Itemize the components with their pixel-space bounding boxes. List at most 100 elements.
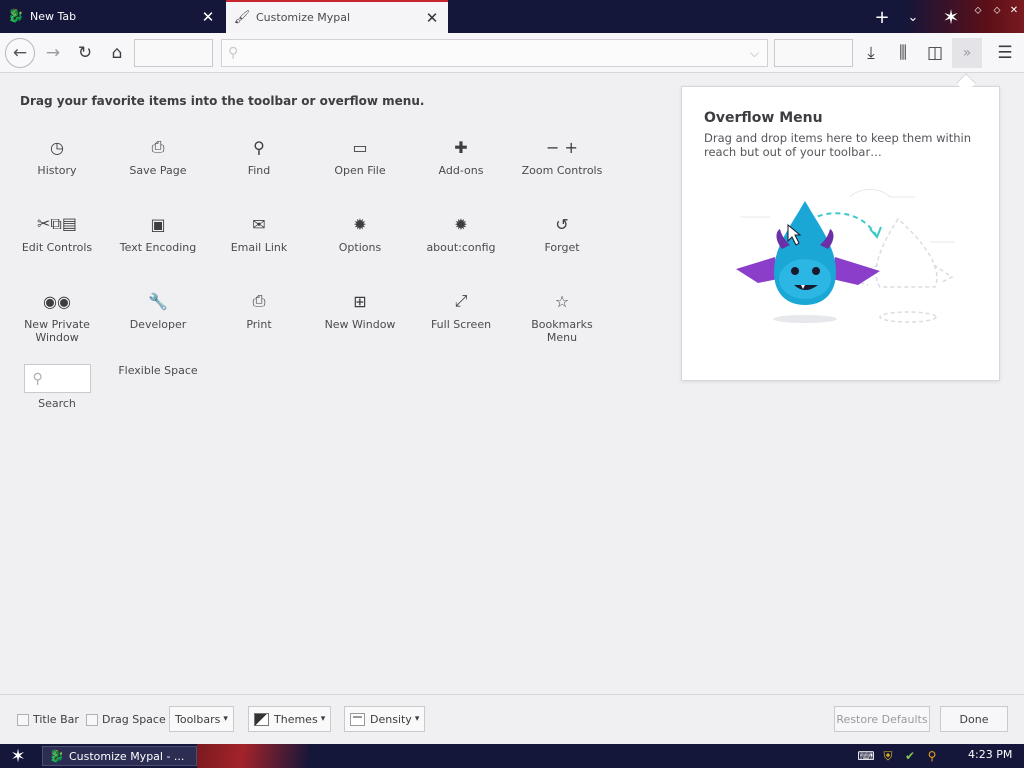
palette-item-history[interactable]: ◷ History <box>7 136 107 178</box>
themes-dropdown[interactable]: Themes ▾ <box>248 706 332 732</box>
toolbars-dropdown[interactable]: Toolbars ▾ <box>169 706 234 732</box>
tab-list-chevron-icon[interactable]: ⌄ <box>902 6 924 28</box>
downloads-button[interactable]: ⤓ <box>856 38 886 68</box>
reload-button[interactable]: ↻ <box>70 38 100 68</box>
palette-item-label: History <box>37 164 77 177</box>
close-tab-icon[interactable]: ✕ <box>424 9 440 27</box>
gear-icon: ✹ <box>353 214 367 234</box>
search-icon[interactable]: ⚲ <box>924 748 940 764</box>
close-window-icon[interactable]: ✕ <box>1007 3 1021 17</box>
palette-item-find[interactable]: ⚲ Find <box>209 136 309 178</box>
scissors-icon: ✂⧉▤ <box>37 214 77 233</box>
mask-icon: ◉◉ <box>43 291 71 311</box>
drag-space-checkbox[interactable]: Drag Space <box>86 713 166 726</box>
title-bar-checkbox[interactable]: Title Bar <box>17 713 79 726</box>
palette-item-print[interactable]: ⎙ Print <box>209 290 309 331</box>
star-logo-icon: ✶ <box>942 5 960 29</box>
checkbox-box[interactable] <box>17 713 29 726</box>
tab-customize[interactable]: 🖌 Customize Mypal ✕ <box>226 0 448 33</box>
palette-item-flexible-space[interactable]: Flexible Space <box>108 364 208 377</box>
taskbar-window-button[interactable]: 🐉 Customize Mypal - ... <box>42 746 197 766</box>
dropdown-label: Toolbars <box>175 712 221 726</box>
palette-item-label: about:config <box>426 241 496 254</box>
url-input[interactable] <box>238 46 750 60</box>
puzzle-icon: ✚ <box>454 137 468 157</box>
back-button[interactable]: ← <box>5 38 35 68</box>
palette-item-label: Full Screen <box>430 318 492 331</box>
paintbrush-icon: 🖌 <box>233 10 251 25</box>
keyboard-icon[interactable]: ⌨ <box>857 748 874 764</box>
palette-item-email-link[interactable]: ✉ Email Link <box>209 213 309 255</box>
density-dropdown[interactable]: Density ▾ <box>344 706 426 732</box>
minimize-window-icon[interactable]: ⬦ <box>971 3 985 17</box>
search-box-placeholder[interactable] <box>774 39 853 67</box>
url-bar[interactable]: ⚲ ⌵ <box>221 39 768 67</box>
envelope-icon: ✉ <box>252 214 266 234</box>
palette-item-new-private-window[interactable]: ◉◉ New Private Window <box>7 290 107 345</box>
tab-label: Customize Mypal <box>256 11 351 24</box>
expand-icon: ⤢ <box>454 291 468 310</box>
text-encoding-icon: ▣ <box>150 214 166 234</box>
navigation-toolbar: ← → ↻ ⌂ ⚲ ⌵ ⤓ ⫼ ◫ » ☰ <box>0 33 1024 73</box>
overflow-description: Drag and drop items here to keep them wi… <box>704 131 972 159</box>
start-button[interactable]: ✶ <box>6 745 30 767</box>
clock-icon: ◷ <box>50 137 64 157</box>
tab-label: New Tab <box>30 10 77 23</box>
palette-item-open-file[interactable]: ▭ Open File <box>310 136 410 178</box>
close-tab-icon[interactable]: ✕ <box>200 8 216 26</box>
flexible-space-placeholder[interactable] <box>134 39 213 67</box>
palette-item-bookmarks-menu[interactable]: ☆ Bookmarks Menu <box>512 290 612 345</box>
palette-item-developer[interactable]: 🔧 Developer <box>108 290 208 332</box>
zoom-icon: − + <box>546 137 578 157</box>
home-button[interactable]: ⌂ <box>102 38 132 68</box>
palette-item-label: Forget <box>544 241 580 254</box>
palette-header: Drag your favorite items into the toolba… <box>20 94 425 108</box>
palette-item-label: Add-ons <box>438 164 484 177</box>
palette-item-label: Text Encoding <box>119 241 197 254</box>
palette-item-label: Edit Controls <box>21 241 93 254</box>
palette-item-new-window[interactable]: ⊞ New Window <box>310 290 410 332</box>
os-taskbar: ✶ 🐉 Customize Mypal - ... ⌨ ⛨ ✔ ⚲ 4:23 P… <box>0 744 1024 768</box>
maximize-window-icon[interactable]: ⬦ <box>990 3 1004 17</box>
palette-item-edit-controls[interactable]: ✂⧉▤ Edit Controls <box>7 213 107 254</box>
overflow-menu-panel[interactable]: Overflow Menu Drag and drop items here t… <box>681 86 1000 381</box>
sidebar-button[interactable]: ◫ <box>920 38 950 68</box>
palette-item-label: Flexible Space <box>118 364 198 377</box>
palette-item-label: Find <box>247 164 271 177</box>
restore-defaults-button[interactable]: Restore Defaults <box>834 706 930 732</box>
palette-item-forget[interactable]: ↺ Forget <box>512 213 612 255</box>
library-button[interactable]: ⫼ <box>888 38 918 68</box>
palette-item-label: New Private Window <box>24 318 90 344</box>
taskbar-window-label: Customize Mypal - ... <box>68 749 185 763</box>
palette-item-zoom-controls[interactable]: − + Zoom Controls <box>512 136 612 178</box>
customize-footer: Title Bar Drag Space Toolbars ▾ Themes ▾… <box>0 694 1024 744</box>
new-tab-button[interactable]: + <box>871 6 893 28</box>
chevron-down-icon: ▾ <box>414 714 420 724</box>
dragon-mascot-illustration <box>736 189 955 323</box>
forward-button[interactable]: → <box>38 38 68 68</box>
chevron-down-icon: ▾ <box>223 714 228 724</box>
theme-swatch-icon <box>254 712 269 726</box>
palette-item-options[interactable]: ✹ Options <box>310 213 410 255</box>
forget-icon: ↺ <box>555 214 569 234</box>
palette-item-full-screen[interactable]: ⤢ Full Screen <box>411 290 511 331</box>
palette-item-add-ons[interactable]: ✚ Add-ons <box>411 136 511 178</box>
palette-item-save-page[interactable]: ⎙ Save Page <box>108 136 208 177</box>
palette-item-search[interactable]: ⚲ Search <box>7 364 107 410</box>
dropdown-label: Density <box>370 712 412 726</box>
shield-icon[interactable]: ⛨ <box>880 748 896 764</box>
tab-new-tab[interactable]: 🐉 New Tab ✕ <box>0 0 224 33</box>
palette-item-text-encoding[interactable]: ▣ Text Encoding <box>108 213 208 255</box>
hamburger-menu-button[interactable]: ☰ <box>990 38 1020 68</box>
chevron-down-icon[interactable]: ⌵ <box>750 46 759 61</box>
palette-item-about-config[interactable]: ✹ about:config <box>411 213 511 255</box>
palette-item-label: Save Page <box>129 164 187 177</box>
done-button[interactable]: Done <box>940 706 1008 732</box>
checkbox-box[interactable] <box>86 713 98 726</box>
network-icon[interactable]: ✔ <box>902 748 918 764</box>
search-icon: ⚲ <box>228 45 239 61</box>
overflow-chevron-button[interactable]: » <box>952 38 982 68</box>
folder-icon: ▭ <box>352 137 368 157</box>
palette-item-label: Print <box>246 318 272 331</box>
checkbox-label: Title Bar <box>33 713 79 726</box>
